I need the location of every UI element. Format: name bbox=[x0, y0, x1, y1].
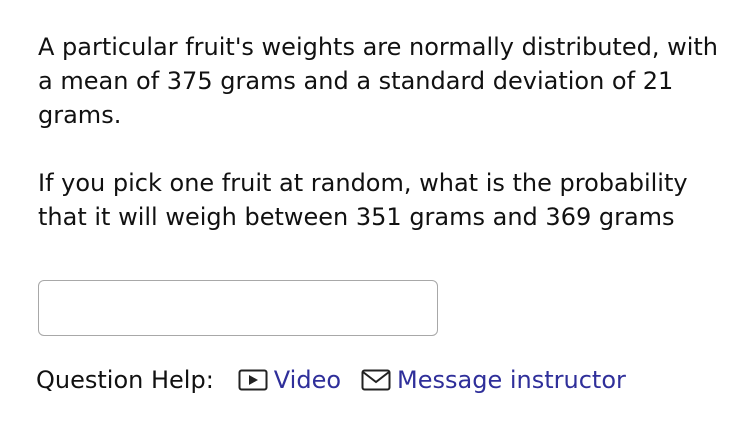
answer-input[interactable] bbox=[38, 280, 438, 336]
question-paragraph-1: A particular fruit's weights are normall… bbox=[38, 33, 719, 129]
message-instructor-label: Message instructor bbox=[397, 366, 626, 394]
question-paragraph-2: If you pick one fruit at random, what is… bbox=[38, 169, 688, 231]
question-help-bar: Question Help: Video Message instructor bbox=[36, 362, 626, 398]
question-text: A particular fruit's weights are normall… bbox=[38, 30, 718, 234]
video-link-label: Video bbox=[273, 366, 342, 394]
envelope-icon bbox=[361, 369, 391, 391]
video-link[interactable]: Video bbox=[238, 366, 341, 394]
question-help-label: Question Help: bbox=[36, 366, 214, 394]
message-instructor-link[interactable]: Message instructor bbox=[361, 366, 626, 394]
video-play-icon bbox=[238, 369, 268, 391]
